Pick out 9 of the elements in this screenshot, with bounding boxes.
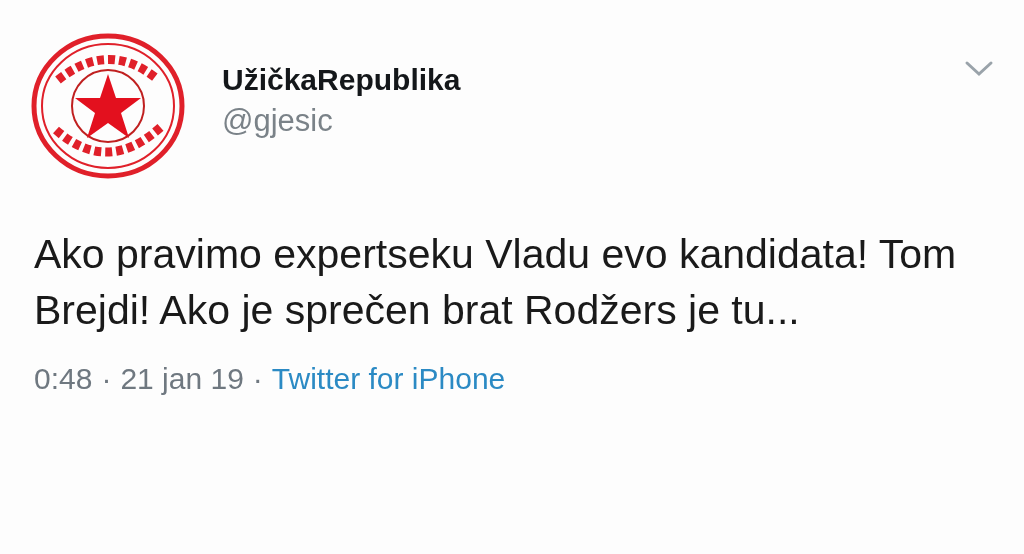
user-handle[interactable]: @gjesic — [222, 103, 333, 139]
separator-dot: · — [252, 362, 263, 396]
tweet-text: Ako pravimo expertseku Vladu evo kandidata! Tom Brejdi! Ako je sprečen brat Rodžers je tu... — [34, 230, 958, 335]
tweet-time: 0:48 — [34, 362, 93, 396]
display-name[interactable]: UžičkaRepublika — [222, 63, 461, 97]
source-link[interactable]: Twitter for iPhone — [271, 362, 506, 396]
separator-dot: · — [101, 362, 112, 396]
chevron-down-icon[interactable] — [964, 60, 994, 78]
tweet-date: 21 jan 19 — [120, 362, 244, 396]
